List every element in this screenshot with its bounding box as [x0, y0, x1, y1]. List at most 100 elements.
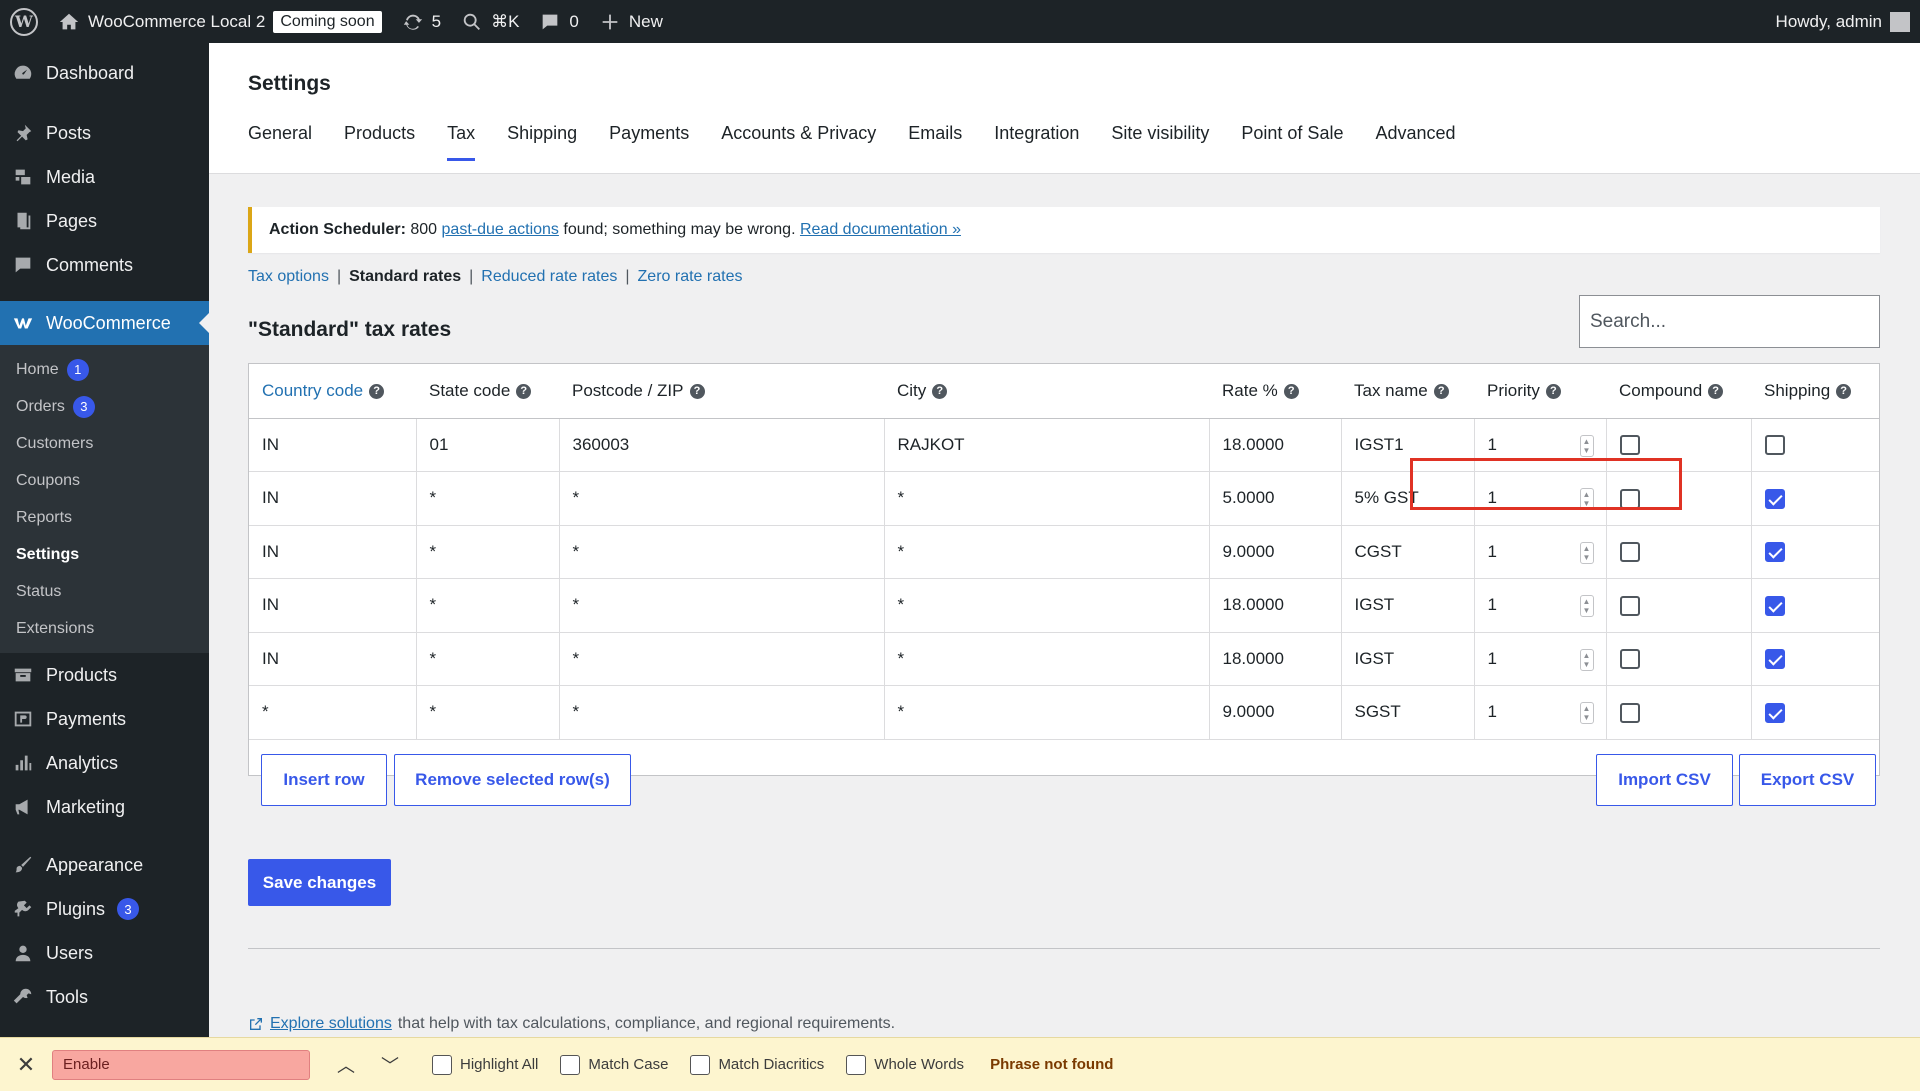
explore-solutions-link[interactable]: Explore solutions: [270, 1015, 392, 1033]
menu-payments[interactable]: Payments: [0, 697, 209, 741]
cell-name[interactable]: IGST1: [1341, 418, 1475, 472]
shipping-checkbox[interactable]: [1764, 702, 1785, 723]
match-diacritics-checkbox[interactable]: Match Diacritics: [690, 1054, 824, 1075]
cell-priority[interactable]: 1 ▲ ▼: [1474, 471, 1607, 526]
shipping-checkbox[interactable]: [1764, 649, 1785, 669]
menu-tools[interactable]: Tools: [0, 975, 209, 1019]
cell-postcode[interactable]: *: [559, 578, 885, 633]
my-account-link[interactable]: Howdy, admin: [1776, 11, 1920, 32]
compound-checkbox[interactable]: [1619, 649, 1640, 669]
cell-state[interactable]: 01: [416, 418, 560, 472]
submenu-reports[interactable]: Reports: [0, 499, 209, 536]
compound-checkbox[interactable]: [1619, 542, 1640, 562]
cell-city[interactable]: *: [884, 685, 1210, 740]
shipping-checkbox[interactable]: [1764, 542, 1785, 562]
submenu-settings[interactable]: Settings: [0, 536, 209, 573]
cell-state[interactable]: *: [416, 632, 560, 686]
wordpress-logo-button[interactable]: W: [0, 0, 48, 43]
menu-dashboard[interactable]: Dashboard: [0, 51, 209, 95]
cell-priority[interactable]: 1 ▲ ▼: [1474, 685, 1607, 740]
cell-country[interactable]: IN: [249, 632, 417, 686]
cell-country[interactable]: IN: [249, 578, 417, 633]
number-stepper-icon[interactable]: ▲ ▼: [1579, 595, 1594, 617]
cell-postcode[interactable]: *: [559, 632, 885, 686]
cell-city[interactable]: RAJKOT: [884, 418, 1210, 472]
number-stepper-icon[interactable]: ▲ ▼: [1579, 648, 1594, 671]
cell-postcode[interactable]: *: [559, 471, 885, 526]
cell-name[interactable]: CGST: [1341, 525, 1475, 579]
menu-media[interactable]: Media: [0, 155, 209, 199]
table-row[interactable]: IN * * * 18.0000 IGST 1 ▲ ▼: [249, 632, 1879, 686]
menu-posts[interactable]: Posts: [0, 111, 209, 155]
find-input[interactable]: [52, 1049, 310, 1080]
remove-rows-button[interactable]: Remove selected row(s): [394, 754, 631, 806]
tab-emails[interactable]: Emails: [908, 123, 962, 161]
cell-rate[interactable]: 18.0000: [1209, 632, 1342, 686]
cell-state[interactable]: *: [416, 471, 560, 526]
shipping-checkbox[interactable]: [1764, 435, 1785, 455]
tab-tax[interactable]: Tax: [447, 123, 476, 161]
submenu-customers[interactable]: Customers: [0, 425, 209, 462]
find-previous-icon[interactable]: ︿: [326, 1052, 366, 1078]
updates-link[interactable]: 5: [392, 0, 451, 43]
cell-rate[interactable]: 9.0000: [1209, 685, 1342, 740]
cell-country[interactable]: *: [249, 685, 417, 740]
cell-name[interactable]: IGST: [1341, 632, 1475, 686]
menu-woocommerce[interactable]: WooCommerce: [0, 301, 209, 345]
cell-rate[interactable]: 18.0000: [1209, 418, 1342, 472]
read-documentation-link[interactable]: Read documentation »: [800, 221, 961, 239]
import-csv-button[interactable]: Import CSV: [1596, 754, 1733, 806]
coming-soon-badge[interactable]: Coming soon: [273, 10, 382, 33]
tab-accounts-privacy[interactable]: Accounts & Privacy: [721, 123, 876, 161]
shipping-checkbox[interactable]: [1764, 595, 1785, 616]
cell-priority[interactable]: 1 ▲ ▼: [1474, 525, 1607, 579]
menu-users[interactable]: Users: [0, 931, 209, 975]
close-icon[interactable]: ✕: [0, 1052, 52, 1078]
cell-postcode[interactable]: *: [559, 525, 885, 579]
table-row[interactable]: IN * * * 18.0000 IGST 1 ▲ ▼: [249, 578, 1879, 633]
compound-checkbox[interactable]: [1619, 595, 1640, 616]
submenu-coupons[interactable]: Coupons: [0, 462, 209, 499]
export-csv-button[interactable]: Export CSV: [1739, 754, 1876, 806]
menu-products[interactable]: Products: [0, 653, 209, 697]
cell-name[interactable]: 5% GST: [1341, 471, 1475, 526]
command-search-button[interactable]: ⌘K: [451, 0, 529, 43]
compound-checkbox[interactable]: [1619, 435, 1640, 455]
cell-priority[interactable]: 1 ▲ ▼: [1474, 578, 1607, 633]
cell-country[interactable]: IN: [249, 525, 417, 579]
search-input[interactable]: [1579, 295, 1880, 348]
tab-point-of-sale[interactable]: Point of Sale: [1241, 123, 1343, 161]
cell-city[interactable]: *: [884, 471, 1210, 526]
cell-rate[interactable]: 5.0000: [1209, 471, 1342, 526]
cell-postcode[interactable]: 360003: [559, 418, 885, 472]
highlight-all-checkbox[interactable]: Highlight All: [432, 1054, 538, 1075]
compound-checkbox[interactable]: [1619, 488, 1640, 509]
cell-rate[interactable]: 18.0000: [1209, 578, 1342, 633]
past-due-actions-link[interactable]: past-due actions: [442, 221, 559, 239]
number-stepper-icon[interactable]: ▲ ▼: [1579, 702, 1594, 724]
menu-comments[interactable]: Comments: [0, 243, 209, 287]
match-case-checkbox[interactable]: Match Case: [560, 1054, 668, 1075]
submenu-extensions[interactable]: Extensions: [0, 610, 209, 647]
cell-priority[interactable]: 1 ▲ ▼: [1474, 418, 1607, 472]
cell-city[interactable]: *: [884, 525, 1210, 579]
zero-rate-link[interactable]: Zero rate rates: [638, 268, 743, 286]
cell-country[interactable]: IN: [249, 471, 417, 526]
insert-row-button[interactable]: Insert row: [261, 754, 387, 806]
menu-pages[interactable]: Pages: [0, 199, 209, 243]
col-country-code[interactable]: Country code?: [249, 364, 416, 419]
standard-rates-link[interactable]: Standard rates: [349, 268, 461, 286]
cell-state[interactable]: *: [416, 525, 560, 579]
menu-plugins[interactable]: Plugins 3: [0, 887, 209, 931]
number-stepper-icon[interactable]: ▲ ▼: [1579, 488, 1594, 510]
new-content-link[interactable]: New: [589, 0, 673, 43]
cell-rate[interactable]: 9.0000: [1209, 525, 1342, 579]
menu-appearance[interactable]: Appearance: [0, 843, 209, 887]
table-row[interactable]: * * * * 9.0000 SGST 1 ▲ ▼: [249, 685, 1879, 740]
tab-site-visibility[interactable]: Site visibility: [1111, 123, 1209, 161]
submenu-orders[interactable]: Orders 3: [0, 388, 209, 425]
number-stepper-icon[interactable]: ▲ ▼: [1579, 541, 1594, 564]
tab-general[interactable]: General: [248, 123, 312, 161]
reduced-rate-link[interactable]: Reduced rate rates: [481, 268, 617, 286]
cell-postcode[interactable]: *: [559, 685, 885, 740]
